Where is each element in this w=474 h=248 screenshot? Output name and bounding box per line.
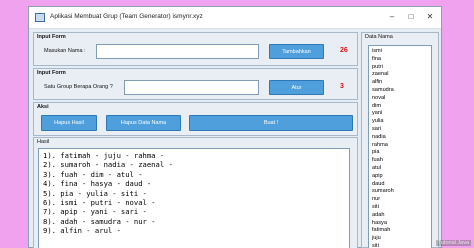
hasil-line: 2). sumaroh - nadia - zaenal - [43,160,173,170]
minimize-icon[interactable]: – [387,12,397,22]
nama-input[interactable] [96,44,259,59]
window-title: Aplikasi Membuat Grup (Team Generator) i… [50,13,203,20]
grup-size-input[interactable] [124,80,259,95]
panel-title: Input Form [37,70,66,76]
hasil-line: 6). ismi - putri - noval - [43,198,156,208]
aksi-panel: Aksi Hapus Hasil Hapus Data Nama Buat ! [33,102,358,136]
panel-title: Aksi [37,104,49,110]
title-bar: Aplikasi Membuat Grup (Team Generator) i… [29,7,441,29]
hasil-textarea[interactable]: 1). fatimah - juju - rahma - 2). sumaroh… [38,148,350,248]
list-item[interactable]: yani [372,110,428,118]
list-item[interactable]: adah [372,212,428,220]
list-item[interactable]: apip [372,173,428,181]
list-item[interactable]: zaenal [372,71,428,79]
list-item[interactable]: sari [372,126,428,134]
list-item[interactable]: siti [372,204,428,212]
tambahkan-button[interactable]: Tambahkan [269,44,324,59]
list-item[interactable]: samudra [372,87,428,95]
list-item[interactable]: daud [372,181,428,189]
list-item[interactable]: nur [372,196,428,204]
app-window: Aplikasi Membuat Grup (Team Generator) i… [28,6,442,248]
app-icon [35,13,45,22]
list-item[interactable]: noval [372,95,428,103]
hasil-line: 3). fuah - dim - atul - [43,169,143,179]
data-nama-panel: Data Nama ismi fina putri zaenal alfin s… [361,32,439,248]
hapus-hasil-button[interactable]: Hapus Hasil [41,115,97,131]
list-item[interactable]: fatimah [372,227,428,235]
list-item[interactable]: rahma [372,142,428,150]
grup-size-label: Satu Group Berapa Orang ? [44,84,113,90]
list-item[interactable]: fuah [372,157,428,165]
list-item[interactable]: ismi [372,48,428,56]
list-item[interactable]: juju [372,235,428,243]
hasil-line: 5). pia - yulia - siti - [43,188,147,198]
panel-title: Input Form [37,34,66,40]
list-item[interactable]: fina [372,56,428,64]
panel-title: Data Nama [365,34,393,40]
list-item[interactable]: pia [372,149,428,157]
list-item[interactable]: sumaroh [372,188,428,196]
list-item[interactable]: atul [372,165,428,173]
maximize-icon[interactable]: □ [406,12,416,22]
grup-count: 3 [340,83,344,90]
hasil-line: 7). apip - yani - sari - [43,207,147,217]
hasil-line: 1). fatimah - juju - rahma - [43,151,165,160]
data-nama-list[interactable]: ismi fina putri zaenal alfin samudra nov… [368,45,432,248]
close-icon[interactable]: ✕ [425,12,435,22]
masukan-nama-label: Masukan Nama : [44,48,86,54]
watermark: Tutorial Java [435,240,471,246]
hasil-line: 9). alfin - arul - [43,226,121,236]
atur-button[interactable]: Atur [269,80,324,95]
list-item[interactable]: alfin [372,79,428,87]
hasil-line: 8). adah - samudra - nur - [43,216,156,226]
list-item[interactable]: hasya [372,220,428,228]
input-nama-panel: Input Form Masukan Nama : Tambahkan 26 [33,32,358,66]
hasil-panel: Hasil 1). fatimah - juju - rahma - 2). s… [33,137,358,248]
list-item[interactable]: putri [372,64,428,72]
list-item[interactable]: nadia [372,134,428,142]
hasil-line: 4). fina - hasya - daud - [43,179,152,189]
nama-count: 26 [340,47,348,54]
window-controls: – □ ✕ [387,12,435,22]
input-grup-panel: Input Form Satu Group Berapa Orang ? Atu… [33,68,358,100]
hapus-data-nama-button[interactable]: Hapus Data Nama [106,115,181,131]
buat-button[interactable]: Buat ! [189,115,353,131]
list-item[interactable]: dim [372,103,428,111]
list-item[interactable]: yulia [372,118,428,126]
list-item[interactable]: siti [372,243,428,248]
panel-title: Hasil [37,139,50,145]
